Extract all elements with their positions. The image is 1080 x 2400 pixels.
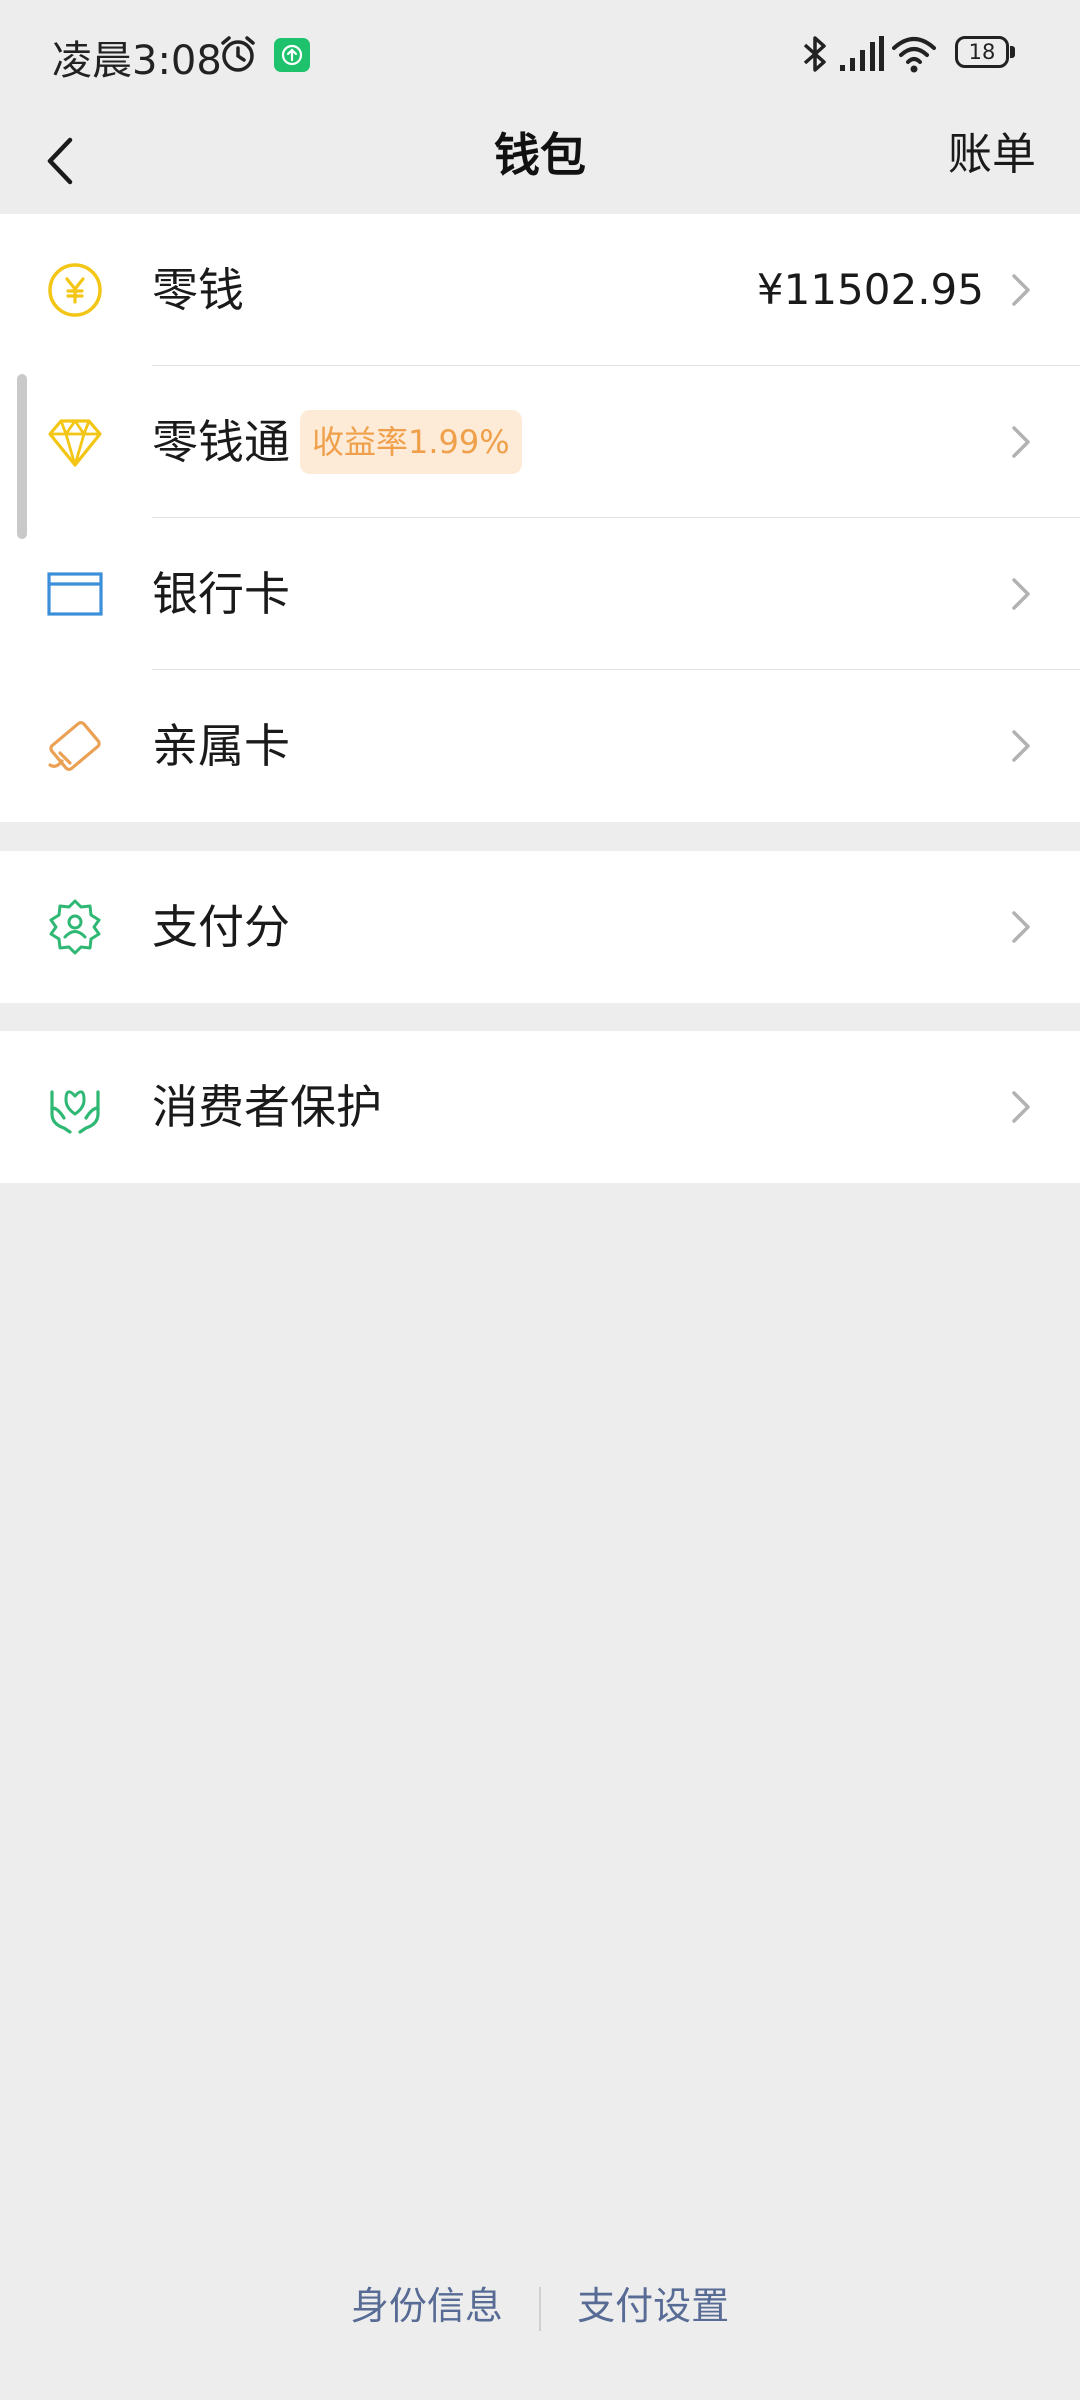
bill-button[interactable]: 账单	[948, 120, 1036, 190]
footer-links: 身份信息 支付设置	[0, 2275, 1080, 2345]
chevron-right-icon	[1012, 426, 1030, 458]
yield-rate-badge: 收益率1.99%	[300, 410, 522, 474]
diamond-icon	[48, 419, 102, 467]
chevron-right-icon	[1012, 911, 1030, 943]
nav-bar: 钱包 账单	[0, 108, 1080, 214]
battery-tip	[1010, 46, 1015, 58]
wallet-group-score: 支付分	[0, 851, 1080, 1003]
balance-amount: ¥11502.95	[756, 265, 984, 314]
lingqiantong-label: 零钱通	[152, 415, 290, 469]
row-consumer-protection[interactable]: 消费者保护	[0, 1031, 1080, 1183]
family-card-label: 亲属卡	[152, 719, 290, 773]
scroll-indicator	[17, 374, 27, 539]
signal-icon	[840, 36, 884, 71]
page-title: 钱包	[494, 128, 586, 182]
wifi-icon	[892, 37, 936, 73]
chevron-right-icon	[1012, 1091, 1030, 1123]
row-bank-card[interactable]: 银行卡	[0, 518, 1080, 670]
chevron-right-icon	[1012, 730, 1030, 762]
pay-settings-link[interactable]: 支付设置	[577, 2284, 729, 2328]
battery-indicator: 18	[955, 36, 1009, 68]
row-balance[interactable]: 零钱 ¥11502.95	[0, 214, 1080, 366]
yuan-coin-icon	[48, 263, 102, 317]
bluetooth-icon	[803, 36, 826, 72]
status-time: 凌晨3:08	[52, 38, 222, 84]
upload-app-icon	[274, 38, 310, 72]
consumer-protection-label: 消费者保护	[152, 1080, 382, 1134]
row-family-card[interactable]: 亲属卡	[0, 670, 1080, 822]
balance-label: 零钱	[152, 263, 244, 317]
wallet-group-main: 零钱 ¥11502.95 零钱通 收益率1.99% 银行卡 亲属卡	[0, 214, 1080, 822]
alarm-icon	[221, 36, 255, 72]
bank-card-label: 银行卡	[152, 567, 290, 621]
family-card-icon	[48, 721, 101, 771]
status-bar: 凌晨3:08 18	[0, 0, 1080, 108]
chevron-right-icon	[1012, 274, 1030, 306]
bank-card-icon	[47, 572, 103, 616]
identity-info-link[interactable]: 身份信息	[351, 2284, 503, 2328]
pay-score-icon	[49, 899, 101, 955]
chevron-right-icon	[1012, 578, 1030, 610]
consumer-protection-icon	[50, 1090, 100, 1134]
wallet-group-protection: 消费者保护	[0, 1031, 1080, 1183]
row-lingqiantong[interactable]: 零钱通 收益率1.99%	[0, 366, 1080, 518]
pay-score-label: 支付分	[152, 900, 290, 954]
row-pay-score[interactable]: 支付分	[0, 851, 1080, 1003]
footer-separator	[539, 2286, 541, 2331]
